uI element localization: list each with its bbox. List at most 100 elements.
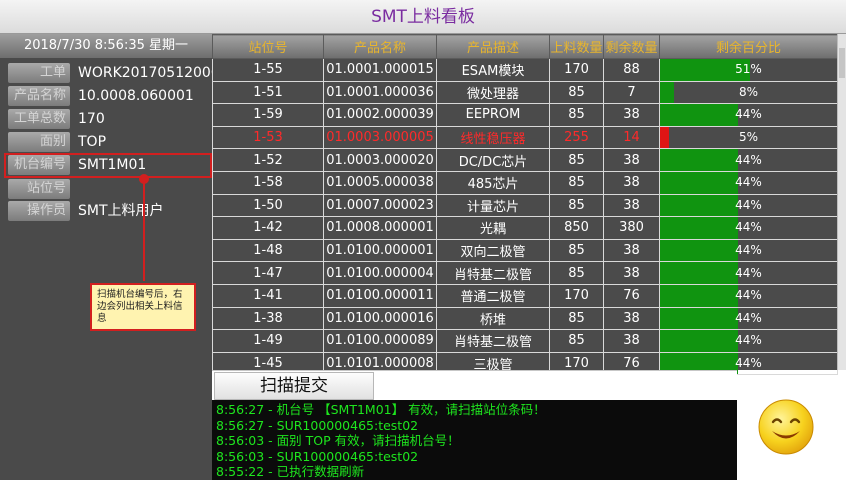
description-cell: 桥堆 bbox=[436, 306, 550, 331]
percent-label: 51% bbox=[735, 62, 762, 77]
percent-label: 44% bbox=[735, 288, 762, 303]
percent-label: 44% bbox=[735, 175, 762, 190]
remaining-qty-cell: 38 bbox=[603, 170, 660, 195]
submit-bar: 扫描提交 bbox=[212, 370, 737, 400]
column-header-station[interactable]: 站位号 bbox=[212, 34, 324, 59]
progress-bar bbox=[660, 217, 738, 239]
remaining-percent-cell: 44% bbox=[659, 329, 838, 353]
station-cell: 1-59 bbox=[212, 103, 324, 127]
info-row-side: 面别 TOP bbox=[0, 131, 212, 153]
percent-label: 44% bbox=[735, 107, 762, 122]
percent-label: 8% bbox=[738, 84, 759, 99]
board-title: SMT上料看板 bbox=[0, 0, 846, 34]
loaded-qty-cell: 85 bbox=[549, 261, 604, 285]
remaining-percent-cell: 44% bbox=[659, 216, 838, 240]
remaining-qty-cell: 14 bbox=[603, 125, 660, 150]
log-line: 8:56:03 - 面别 TOP 有效，请扫描机台号！ bbox=[216, 433, 460, 448]
part-name-cell: 01.0007.000023 bbox=[323, 193, 437, 218]
progress-bar bbox=[660, 81, 675, 104]
part-name-cell: 01.0003.000005 bbox=[323, 125, 437, 150]
percent-label: 44% bbox=[735, 197, 762, 212]
table-row[interactable]: 1-49 01.0100.000089 肖特基二极管 85 38 44% bbox=[212, 329, 838, 353]
percent-label: 44% bbox=[735, 310, 762, 325]
description-cell: 计量芯片 bbox=[436, 193, 550, 218]
info-row-product-name: 产品名称 10.0008.060001 bbox=[0, 85, 212, 107]
smiley-face-icon bbox=[758, 399, 814, 455]
loaded-qty-cell: 85 bbox=[549, 80, 604, 105]
part-name-cell: 01.0100.000001 bbox=[323, 238, 437, 263]
remaining-qty-cell: 38 bbox=[603, 306, 660, 331]
station-cell: 1-41 bbox=[212, 283, 324, 308]
station-cell: 1-42 bbox=[212, 216, 324, 240]
loaded-qty-cell: 170 bbox=[549, 58, 604, 82]
station-cell: 1-53 bbox=[212, 125, 324, 150]
column-header-loaded-qty[interactable]: 上料数量 bbox=[549, 34, 604, 59]
table-row[interactable]: 1-50 01.0007.000023 计量芯片 85 38 44% bbox=[212, 193, 838, 218]
progress-bar bbox=[660, 126, 669, 149]
description-cell: 双向二极管 bbox=[436, 238, 550, 263]
table-row[interactable]: 1-48 01.0100.000001 双向二极管 85 38 44% bbox=[212, 238, 838, 263]
part-name-cell: 01.0100.000004 bbox=[323, 261, 437, 285]
description-cell: DC/DC芯片 bbox=[436, 148, 550, 172]
column-header-remaining-qty[interactable]: 剩余数量 bbox=[603, 34, 660, 59]
percent-label: 44% bbox=[735, 220, 762, 235]
remaining-percent-cell: 44% bbox=[659, 306, 838, 331]
loaded-qty-cell: 85 bbox=[549, 148, 604, 172]
progress-bar bbox=[660, 284, 738, 307]
table-row[interactable]: 1-55 01.0001.000015 ESAM模块 170 88 51% bbox=[212, 58, 838, 82]
remaining-qty-cell: 38 bbox=[603, 238, 660, 263]
column-header-remaining-percent[interactable]: 剩余百分比 bbox=[659, 34, 838, 59]
percent-label: 44% bbox=[735, 265, 762, 280]
part-name-cell: 01.0100.000016 bbox=[323, 306, 437, 331]
scrollbar-thumb[interactable] bbox=[839, 48, 845, 78]
loaded-qty-cell: 85 bbox=[549, 193, 604, 218]
table-header-row: 站位号 产品名称 产品描述 上料数量 剩余数量 剩余百分比 bbox=[212, 34, 838, 59]
table-row[interactable]: 1-42 01.0008.000001 光耦 850 380 44% bbox=[212, 216, 838, 240]
work-order-value: WORK20170512000 bbox=[78, 65, 220, 81]
table-row[interactable]: 1-53 01.0003.000005 线性稳压器 255 14 5% bbox=[212, 125, 838, 150]
material-table: 站位号 产品名称 产品描述 上料数量 剩余数量 剩余百分比 1-55 01.000… bbox=[212, 34, 838, 376]
remaining-qty-cell: 88 bbox=[603, 58, 660, 82]
percent-label: 44% bbox=[735, 152, 762, 167]
progress-bar bbox=[660, 239, 738, 262]
part-name-cell: 01.0002.000039 bbox=[323, 103, 437, 127]
description-cell: 微处理器 bbox=[436, 80, 550, 105]
grid-scrollbar[interactable] bbox=[837, 34, 846, 370]
material-grid: 站位号 产品名称 产品描述 上料数量 剩余数量 剩余百分比 1-55 01.000… bbox=[212, 34, 846, 376]
table-row[interactable]: 1-51 01.0001.000036 微处理器 85 7 8% bbox=[212, 80, 838, 105]
progress-bar bbox=[660, 262, 738, 284]
remaining-percent-cell: 44% bbox=[659, 148, 838, 172]
description-cell: 肖特基二极管 bbox=[436, 329, 550, 353]
station-cell: 1-58 bbox=[212, 170, 324, 195]
percent-label: 44% bbox=[735, 243, 762, 258]
operator-value: SMT上料用户 bbox=[78, 203, 164, 219]
station-cell: 1-51 bbox=[212, 80, 324, 105]
log-line: 8:56:27 - SUR100000465:test02 bbox=[216, 417, 419, 433]
table-row[interactable]: 1-52 01.0003.000020 DC/DC芯片 85 38 44% bbox=[212, 148, 838, 172]
table-row[interactable]: 1-47 01.0100.000004 肖特基二极管 85 38 44% bbox=[212, 261, 838, 285]
progress-bar bbox=[660, 104, 738, 126]
work-order-label: 工单 bbox=[8, 63, 70, 83]
description-cell: 肖特基二极管 bbox=[436, 261, 550, 285]
side-value: TOP bbox=[78, 134, 107, 150]
table-row[interactable]: 1-41 01.0100.000011 普通二极管 170 76 44% bbox=[212, 283, 838, 308]
table-body: 1-55 01.0001.000015 ESAM模块 170 88 51% 1-51 01.0… bbox=[212, 58, 838, 376]
scan-submit-button[interactable]: 扫描提交 bbox=[214, 372, 374, 400]
table-row[interactable]: 1-58 01.0005.000038 485芯片 85 38 44% bbox=[212, 170, 838, 195]
remaining-qty-cell: 38 bbox=[603, 148, 660, 172]
column-header-part-name[interactable]: 产品名称 bbox=[323, 34, 437, 59]
station-cell: 1-49 bbox=[212, 329, 324, 353]
loaded-qty-cell: 85 bbox=[549, 329, 604, 353]
description-cell: 线性稳压器 bbox=[436, 125, 550, 150]
part-name-cell: 01.0001.000015 bbox=[323, 58, 437, 82]
remaining-qty-cell: 38 bbox=[603, 329, 660, 353]
bottom-left-panel bbox=[0, 400, 212, 480]
info-row-order-total: 工单总数 170 bbox=[0, 108, 212, 130]
remaining-qty-cell: 380 bbox=[603, 216, 660, 240]
percent-label: 5% bbox=[738, 130, 759, 145]
remaining-percent-cell: 44% bbox=[659, 170, 838, 195]
column-header-description[interactable]: 产品描述 bbox=[436, 34, 550, 59]
info-row-station[interactable]: 站位号 bbox=[0, 178, 212, 200]
table-row[interactable]: 1-59 01.0002.000039 EEPROM 85 38 44% bbox=[212, 103, 838, 127]
table-row[interactable]: 1-38 01.0100.000016 桥堆 85 38 44% bbox=[212, 306, 838, 331]
